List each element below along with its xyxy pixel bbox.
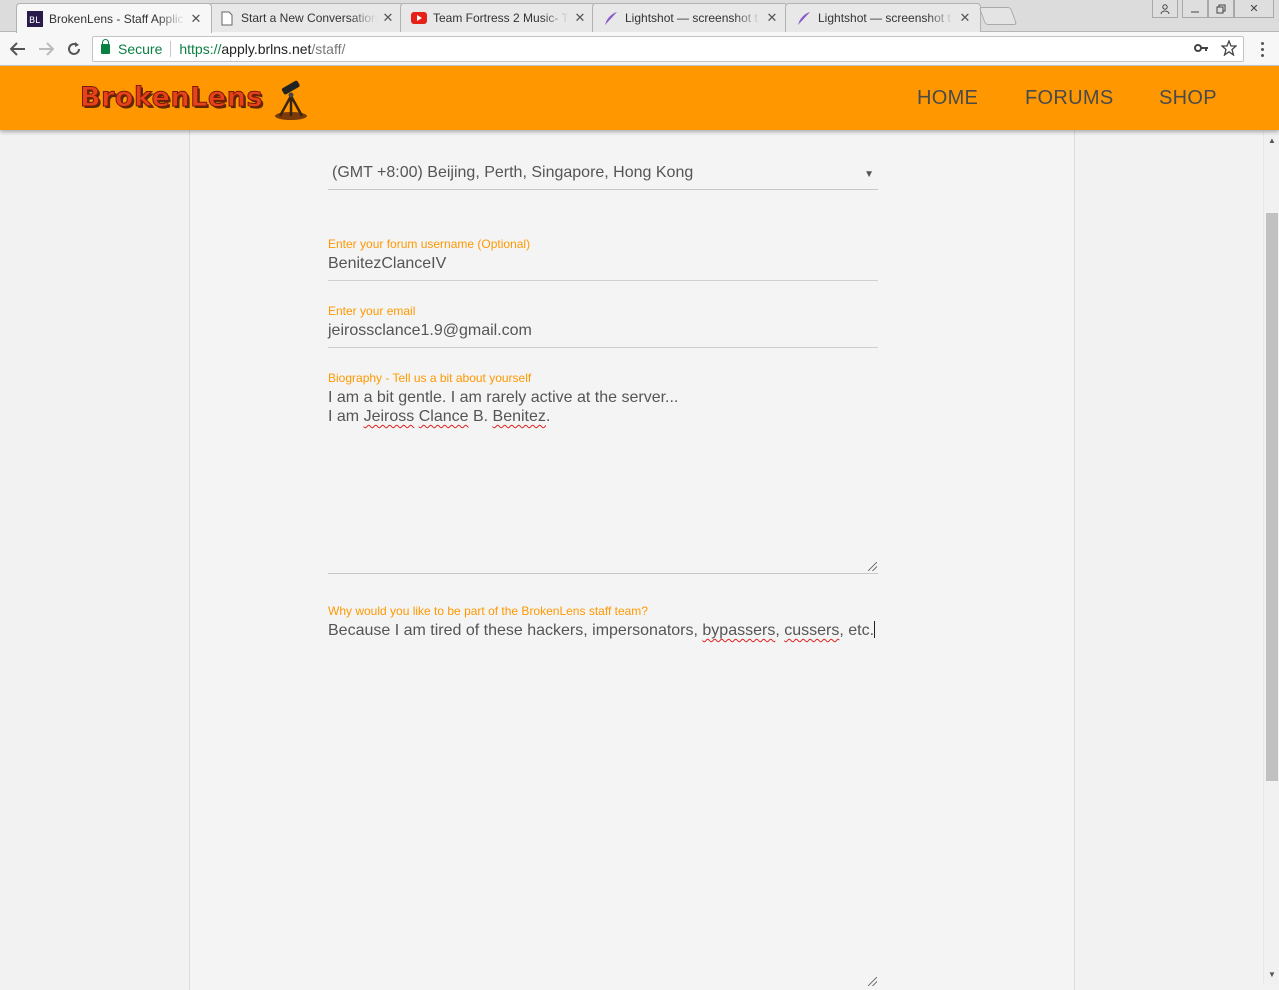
biography-label-wrap: Biography - Tell us a bit about yourself [328,371,878,385]
field-underline [328,347,878,348]
user-icon[interactable] [1152,0,1178,18]
scroll-up-icon[interactable]: ▲ [1268,136,1276,145]
url-scheme: https:// [179,41,222,57]
tab-title: Lightshot — screenshot t [818,11,951,25]
reason-text: Because I am tired of these hackers, imp… [328,621,876,639]
url-path: /staff/ [311,41,346,57]
restore-icon[interactable] [1208,0,1234,18]
text-caret [874,621,876,638]
scroll-down-icon[interactable]: ▼ [1268,970,1276,979]
tab-title: Lightshot — screenshot t [625,11,758,25]
tab-title: Team Fortress 2 Music- T [433,11,569,25]
star-icon[interactable] [1220,39,1238,60]
tab-new-conversation[interactable]: Start a New Conversation ✕ [208,3,404,32]
youtube-icon [411,10,427,26]
username-input[interactable]: BenitezClanceIV [328,255,878,277]
timezone-select[interactable]: (GMT +8:00) Beijing, Perth, Singapore, H… [328,164,878,190]
new-tab-button[interactable] [978,7,1018,25]
svg-text:BL: BL [29,16,40,26]
minimize-icon[interactable] [1182,0,1208,18]
address-bar[interactable]: Secure https://apply.brlns.net/staff/ [92,36,1244,62]
feather-icon [796,10,812,26]
reason-textarea[interactable]: Because I am tired of these hackers, imp… [328,621,878,986]
tab-youtube[interactable]: Team Fortress 2 Music- T ✕ [400,3,596,32]
site-logo[interactable]: BrokenLens [79,82,263,114]
tab-title: Start a New Conversation [241,11,377,25]
brokenlens-favicon: BL [27,10,43,27]
tab-brokenlens[interactable]: BL BrokenLens - Staff Applic ✕ [16,3,212,33]
forward-icon[interactable] [34,37,58,61]
close-icon[interactable]: ✕ [573,10,587,26]
lock-icon [101,39,110,54]
nav-shop[interactable]: SHOP [1159,87,1217,110]
resize-handle-icon[interactable] [868,562,877,571]
scroll-thumb[interactable] [1266,213,1278,781]
close-icon[interactable]: ✕ [765,10,779,26]
address-bar-actions [1193,39,1238,60]
secure-indicator[interactable]: Secure [93,39,163,57]
nav-forums[interactable]: FORUMS [1025,87,1113,110]
close-icon[interactable]: ✕ [189,11,203,27]
biography-line-1: I am a bit gentle. I am rarely active at… [328,389,679,406]
reason-label: Why would you like to be part of the Bro… [328,604,648,618]
page-icon [219,10,235,26]
page-scrollbar[interactable]: ▲ ▼ [1263,130,1279,985]
browser-toolbar: Secure https://apply.brlns.net/staff/ [0,32,1279,66]
close-icon[interactable]: ✕ [381,10,395,26]
key-icon[interactable] [1193,40,1209,60]
dropdown-arrow-icon: ▼ [864,169,874,180]
email-input[interactable]: jeirossclance1.9@gmail.com [328,322,878,344]
telescope-icon [275,80,307,120]
url-host: apply.brlns.net [221,41,312,57]
back-icon[interactable] [6,37,30,61]
reload-icon[interactable] [62,37,86,61]
window-close-icon[interactable]: ✕ [1234,0,1274,18]
biography-line-2: I am Jeiross Clance B. Benitez. [328,408,551,425]
close-icon[interactable]: ✕ [958,10,972,26]
biography-textarea[interactable]: I am a bit gentle. I am rarely active at… [328,388,878,574]
divider [170,41,172,57]
menu-icon[interactable] [1256,40,1268,58]
field-underline [328,280,878,281]
email-label: Enter your email [328,304,416,318]
tab-title: BrokenLens - Staff Applic [49,11,184,26]
secure-label: Secure [118,41,163,57]
timezone-value: (GMT +8:00) Beijing, Perth, Singapore, H… [332,164,694,181]
username-label: Enter your forum username (Optional) [328,237,531,251]
tab-lightshot-1[interactable]: Lightshot — screenshot t ✕ [592,3,788,32]
feather-icon [603,10,619,26]
reason-label-wrap: Why would you like to be part of the Bro… [328,604,878,618]
tab-lightshot-2[interactable]: Lightshot — screenshot t ✕ [785,3,981,32]
username-field[interactable]: Enter your forum username (Optional) Ben… [328,237,878,281]
email-field[interactable]: Enter your email jeirossclance1.9@gmail.… [328,304,878,348]
tab-strip: BL BrokenLens - Staff Applic ✕ Start a N… [0,0,1279,33]
nav-home[interactable]: HOME [917,87,978,110]
biography-label: Biography - Tell us a bit about yourself [328,371,532,385]
